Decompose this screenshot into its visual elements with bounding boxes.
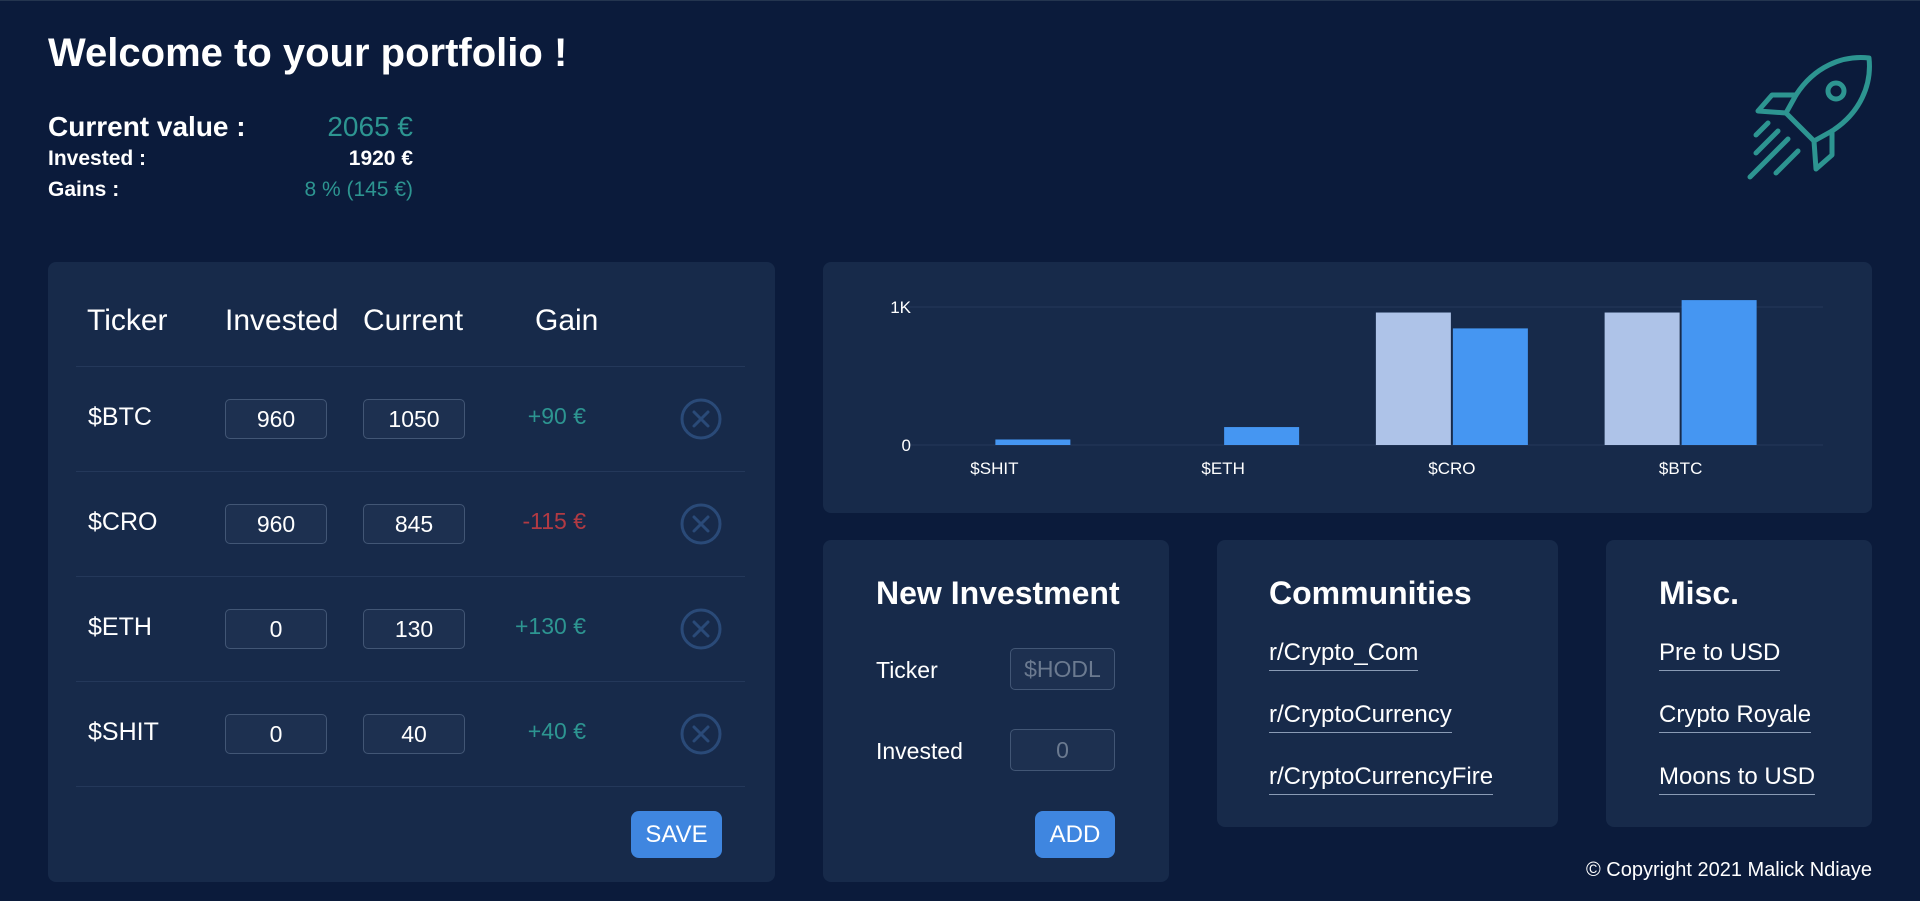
column-header-ticker: Ticker [87,304,168,337]
invested-label: Invested [876,738,963,764]
save-button[interactable]: SAVE [631,811,722,858]
chart-bar [1375,312,1451,445]
x-tick-label: $BTC [1659,459,1702,478]
community-link-cryptocurrencyfire[interactable]: r/CryptoCurrencyFire [1269,763,1494,795]
column-header-gain: Gain [535,304,599,337]
table-row: $ETH 0 130 +130 € [76,576,745,681]
rocket-icon [1747,55,1872,180]
ticker-input[interactable]: $HODL [1010,648,1115,690]
portfolio-summary: Current value : 2065 € Invested : 1920 €… [48,111,413,209]
new-investment-panel: New Investment Ticker $HODL Invested 0 A… [823,540,1169,882]
communities-panel: Communities r/Crypto_Com r/CryptoCurrenc… [1217,540,1558,827]
gain-cell: +130 € [515,613,586,639]
communities-title: Communities [1269,575,1472,611]
current-value-row: Current value : 2065 € [48,111,413,147]
holdings-panel: Ticker Invested Current Gain $BTC 960 10… [48,262,775,882]
invested-input[interactable]: 960 [225,399,327,439]
x-tick-label: $SHIT [970,459,1018,478]
chart-bar [995,439,1071,445]
column-header-invested: Invested [225,304,339,337]
current-input[interactable]: 845 [363,504,465,544]
table-row: $BTC 960 1050 +90 € [76,366,745,471]
ticker-cell: $CRO [88,508,158,536]
gain-cell: +40 € [527,718,586,744]
table-row: $SHIT 0 40 +40 € [76,681,745,787]
community-link-crypto-com[interactable]: r/Crypto_Com [1269,639,1419,671]
x-tick-label: $ETH [1201,459,1244,478]
allocation-chart-panel: 0 1K $SHIT $ETH $CRO $BTC [823,262,1872,513]
add-button[interactable]: ADD [1035,811,1115,858]
column-header-current: Current [363,304,464,337]
gain-cell: -115 € [522,508,586,534]
ticker-cell: $SHIT [88,718,159,746]
gains-row: Gains : 8 % (145 €) [48,178,413,209]
current-input[interactable]: 130 [363,609,465,649]
misc-link-crypto-royale[interactable]: Crypto Royale [1659,701,1812,733]
community-link-cryptocurrency[interactable]: r/CryptoCurrency [1269,701,1452,733]
current-value-label: Current value : [48,111,246,142]
invested-input[interactable]: 960 [225,504,327,544]
invested-input[interactable]: 0 [225,609,327,649]
ticker-cell: $BTC [88,403,152,431]
invested-label: Invested : [48,147,147,170]
chart-bar [1224,427,1300,445]
y-tick-label: 1K [890,298,911,317]
table-row: $CRO 960 845 -115 € [76,471,745,576]
current-input[interactable]: 1050 [363,399,465,439]
ticker-label: Ticker [876,657,938,683]
chart-bar [1452,328,1528,445]
close-circle-icon[interactable] [680,713,722,755]
current-value: 2065 € [327,111,413,142]
misc-link-moons-to-usd[interactable]: Moons to USD [1659,763,1816,795]
ticker-cell: $ETH [88,613,152,641]
gains-label: Gains : [48,178,120,201]
copyright: © Copyright 2021 Malick Ndiaye [1586,859,1872,881]
x-tick-label: $CRO [1428,459,1475,478]
gains-value: 8 % (145 €) [304,178,413,201]
page-title: Welcome to your portfolio ! [48,31,568,75]
misc-panel: Misc. Pre to USD Crypto Royale Moons to … [1606,540,1872,827]
invested-row: Invested : 1920 € [48,147,413,178]
current-input[interactable]: 40 [363,714,465,754]
invested-input[interactable]: 0 [1010,729,1115,771]
misc-link-pre-to-usd[interactable]: Pre to USD [1659,639,1781,671]
close-circle-icon[interactable] [680,398,722,440]
gain-cell: +90 € [527,403,586,429]
invested-value: 1920 € [348,147,413,170]
chart-bar [1604,312,1680,445]
invested-input[interactable]: 0 [225,714,327,754]
chart-bar [1681,300,1757,445]
allocation-chart: 0 1K $SHIT $ETH $CRO $BTC [890,298,1823,478]
close-circle-icon[interactable] [680,503,722,545]
misc-title: Misc. [1659,575,1740,611]
new-investment-title: New Investment [876,575,1120,611]
close-circle-icon[interactable] [680,608,722,650]
y-tick-label: 0 [902,436,911,455]
